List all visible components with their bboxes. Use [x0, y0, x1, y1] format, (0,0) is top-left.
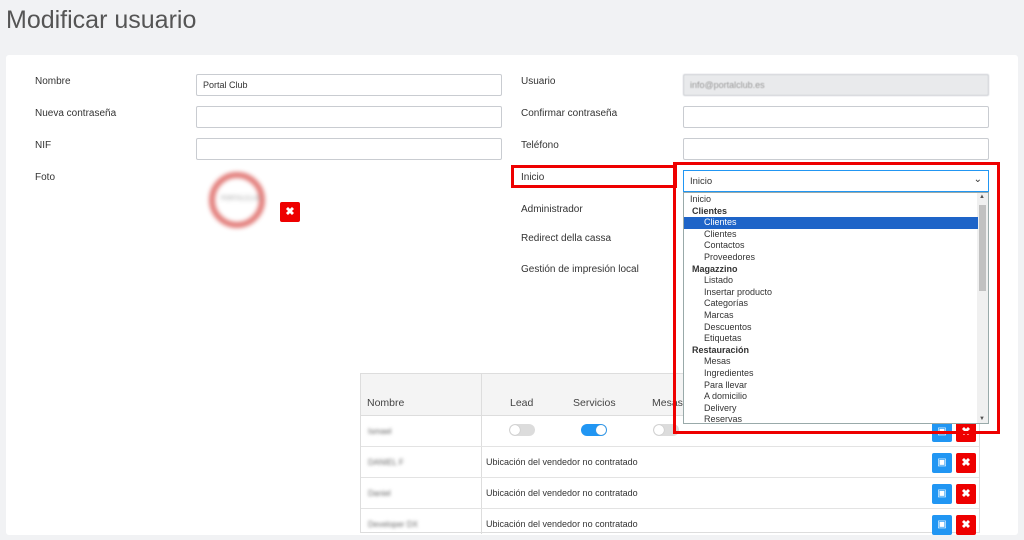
- dropdown-option[interactable]: Delivery: [684, 403, 978, 415]
- redirect-caja-label: Redirect della cassa: [521, 233, 612, 244]
- telefono-label: Teléfono: [521, 140, 559, 151]
- servicios-toggle[interactable]: [581, 424, 607, 436]
- row-name: Ismael: [368, 427, 392, 436]
- row-name: Developer DX: [368, 520, 418, 529]
- dropdown-group-label: Magazzino: [692, 263, 738, 274]
- dropdown-group-label: Restauración: [692, 344, 750, 355]
- page-title: Modificar usuario: [6, 6, 197, 34]
- delete-button[interactable]: ✖: [956, 515, 976, 535]
- row-message: Ubicación del vendedor no contratado: [486, 457, 638, 467]
- confirmar-contrasena-input[interactable]: [683, 106, 989, 128]
- inicio-label: Inicio: [521, 172, 545, 183]
- dropdown-option[interactable]: Ingredientes: [684, 368, 978, 380]
- nueva-contrasena-label: Nueva contraseña: [35, 108, 117, 119]
- table-row: Developer DX Ubicación del vendedor no c…: [361, 509, 979, 540]
- dropdown-option[interactable]: Insertar producto: [684, 287, 978, 299]
- dropdown-group-label: Clientes: [692, 205, 728, 216]
- usuario-input: info@portalclub.es: [683, 74, 989, 96]
- save-icon[interactable]: ▣: [932, 515, 952, 535]
- dropdown-option[interactable]: A domicilio: [684, 391, 978, 403]
- header-servicios: Servicios: [573, 397, 616, 409]
- scroll-down-icon[interactable]: ▼: [979, 416, 985, 422]
- dropdown-option[interactable]: Clientes: [684, 229, 978, 241]
- dropdown-option[interactable]: Descuentos: [684, 322, 978, 334]
- row-name: DANIEL F: [368, 458, 404, 467]
- delete-button[interactable]: ✖: [956, 484, 976, 504]
- usuario-label: Usuario: [521, 76, 556, 87]
- dropdown-scrollbar[interactable]: ▲ ▼: [977, 193, 988, 423]
- user-photo: PORTALCLUB: [209, 172, 265, 228]
- nif-label: NIF: [35, 140, 52, 151]
- dropdown-option[interactable]: Para llevar: [684, 380, 978, 392]
- table-row: DANIEL F Ubicación del vendedor no contr…: [361, 447, 979, 478]
- dropdown-option[interactable]: Contactos: [684, 240, 978, 252]
- dropdown-option[interactable]: Etiquetas: [684, 333, 978, 345]
- chevron-down-icon: ⌄: [973, 174, 982, 185]
- nif-input[interactable]: [196, 138, 502, 160]
- header-lead: Lead: [510, 397, 534, 409]
- dropdown-option[interactable]: Listado: [684, 275, 978, 287]
- nombre-label: Nombre: [35, 76, 71, 87]
- foto-label: Foto: [35, 172, 56, 183]
- dropdown-option[interactable]: Categorías: [684, 298, 978, 310]
- dropdown-option[interactable]: Reservas: [684, 414, 978, 423]
- dropdown-option[interactable]: Mesas: [684, 356, 978, 368]
- table-row: Daniel Ubicación del vendedor no contrat…: [361, 478, 979, 509]
- administrador-label: Administrador: [521, 204, 583, 215]
- telefono-input[interactable]: [683, 138, 989, 160]
- scroll-up-icon[interactable]: ▲: [979, 194, 985, 200]
- dropdown-option[interactable]: Inicio: [684, 194, 978, 206]
- row-name: Daniel: [368, 489, 391, 498]
- photo-logo-text: PORTALCLUB: [221, 196, 261, 202]
- gestion-impresion-label: Gestión de impresión local: [521, 264, 639, 275]
- dropdown-option[interactable]: Clientes: [684, 217, 978, 229]
- inicio-select-value: Inicio: [690, 176, 713, 187]
- save-icon[interactable]: ▣: [932, 484, 952, 504]
- dropdown-option[interactable]: Proveedores: [684, 252, 978, 264]
- lead-toggle[interactable]: [509, 424, 535, 436]
- save-icon[interactable]: ▣: [932, 453, 952, 473]
- nueva-contrasena-input[interactable]: [196, 106, 502, 128]
- dropdown-option[interactable]: Marcas: [684, 310, 978, 322]
- row-message: Ubicación del vendedor no contratado: [486, 488, 638, 498]
- confirmar-contrasena-label: Confirmar contraseña: [521, 108, 618, 119]
- scrollbar-thumb[interactable]: [979, 205, 986, 291]
- row-message: Ubicación del vendedor no contratado: [486, 519, 638, 529]
- delete-button[interactable]: ✖: [956, 453, 976, 473]
- remove-photo-button[interactable]: ✖: [280, 202, 300, 222]
- nombre-input[interactable]: Portal Club: [196, 74, 502, 96]
- header-nombre: Nombre: [367, 397, 405, 409]
- inicio-select[interactable]: Inicio ⌄: [683, 170, 989, 192]
- inicio-dropdown-list[interactable]: ▲ ▼ Inicio Clientes Clientes Clientes Contac…: [683, 192, 989, 424]
